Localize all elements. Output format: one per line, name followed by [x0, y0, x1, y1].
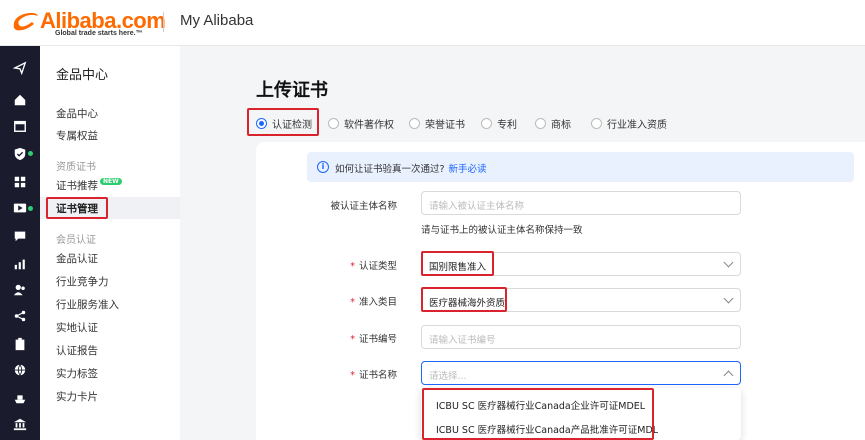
highlight-box	[421, 251, 494, 276]
highlight-box	[46, 197, 108, 219]
chevron-down-icon	[723, 293, 734, 304]
nav-item-label: 证书推荐	[56, 180, 98, 192]
highlight-box	[421, 287, 507, 312]
radio-label: 商标	[551, 120, 571, 131]
chat-icon[interactable]	[0, 224, 40, 248]
sub-navigation: 金品中心 金品中心 专属权益 资质证书 证书推荐 NEW 证书管理 会员认证 金品…	[40, 46, 180, 440]
nav-item-strength-tag[interactable]: 实力标签	[56, 366, 98, 381]
nav-item-cert-report[interactable]: 认证报告	[56, 343, 98, 358]
home-icon[interactable]	[0, 88, 40, 112]
brand-tagline: Global trade starts here.™	[55, 30, 143, 37]
send-icon[interactable]	[0, 56, 40, 80]
shield-icon[interactable]	[0, 142, 40, 166]
subnav-title: 金品中心	[56, 68, 109, 83]
nav-item-service-access[interactable]: 行业服务准入	[56, 297, 119, 312]
radio-circle	[409, 118, 420, 129]
nav-item-cert-recommend[interactable]: 证书推荐 NEW	[56, 178, 122, 193]
radio-software-copyright[interactable]: 软件著作权	[328, 116, 394, 131]
top-bar: Alibaba.com Global trade starts here.™ M…	[0, 0, 865, 46]
subject-input[interactable]: 请输入被认证主体名称	[421, 191, 741, 215]
name-label: * 证书名称	[350, 370, 397, 381]
subject-hint: 请与证书上的被认证主体名称保持一致	[421, 225, 583, 236]
highlight-box	[422, 388, 654, 440]
category-label: * 准入类目	[350, 297, 397, 308]
radio-label: 专利	[497, 120, 517, 131]
name-select-placeholder: 请选择...	[429, 371, 467, 382]
info-icon: i	[317, 161, 329, 173]
name-select[interactable]: 请选择...	[421, 361, 741, 385]
status-dot	[28, 206, 33, 211]
chevron-up-icon	[723, 370, 734, 381]
share-icon[interactable]	[0, 304, 40, 328]
guide-link[interactable]: 新手必读	[449, 164, 487, 175]
info-text: 如何让证书验真一次通过? 新手必读	[335, 164, 487, 175]
type-label: * 认证类型	[350, 261, 397, 272]
clipboard-icon[interactable]	[0, 332, 40, 356]
alibaba-logo[interactable]: Alibaba.com Global trade starts here.™	[10, 8, 166, 40]
subject-label: 被认证主体名称	[330, 201, 397, 212]
icon-rail	[0, 46, 40, 440]
grid-icon[interactable]	[0, 170, 40, 194]
nav-item-gold-center[interactable]: 金品中心	[56, 106, 98, 121]
radio-honor-cert[interactable]: 荣誉证书	[409, 116, 465, 131]
store-icon[interactable]	[0, 114, 40, 138]
globe-icon[interactable]	[0, 358, 40, 382]
chevron-down-icon	[723, 257, 734, 268]
status-dot	[28, 151, 33, 156]
number-input[interactable]: 请输入证书编号	[421, 325, 741, 349]
radio-industry-access[interactable]: 行业准入资质	[591, 116, 667, 131]
nav-item-onsite-cert[interactable]: 实地认证	[56, 320, 98, 335]
radio-label: 行业准入资质	[607, 120, 667, 131]
radio-label: 荣誉证书	[425, 120, 465, 131]
number-label: * 证书编号	[350, 334, 397, 345]
bank-icon[interactable]	[0, 412, 40, 436]
nav-item-strength-card[interactable]: 实力卡片	[56, 389, 98, 404]
app-title[interactable]: My Alibaba	[180, 12, 253, 29]
new-badge: NEW	[100, 178, 122, 185]
radio-label: 软件著作权	[344, 120, 394, 131]
ship-icon[interactable]	[0, 386, 40, 410]
highlight-box	[247, 108, 319, 136]
nav-item-exclusive-rights[interactable]: 专属权益	[56, 128, 98, 143]
chart-icon[interactable]	[0, 252, 40, 276]
people-icon[interactable]	[0, 278, 40, 302]
video-icon[interactable]	[0, 196, 40, 220]
nav-group-member: 会员认证	[56, 235, 96, 246]
header-divider	[163, 12, 164, 32]
radio-trademark[interactable]: 商标	[535, 116, 571, 131]
radio-circle	[535, 118, 546, 129]
info-banner: i 如何让证书验真一次通过? 新手必读	[307, 152, 854, 182]
radio-circle	[481, 118, 492, 129]
alibaba-mark-icon	[13, 12, 38, 31]
nav-group-certificates: 资质证书	[56, 162, 96, 173]
radio-patent[interactable]: 专利	[481, 116, 517, 131]
radio-circle	[591, 118, 602, 129]
page-title: 上传证书	[256, 80, 328, 101]
radio-circle	[328, 118, 339, 129]
nav-item-competitiveness[interactable]: 行业竞争力	[56, 274, 109, 289]
nav-item-gold-cert[interactable]: 金品认证	[56, 251, 98, 266]
